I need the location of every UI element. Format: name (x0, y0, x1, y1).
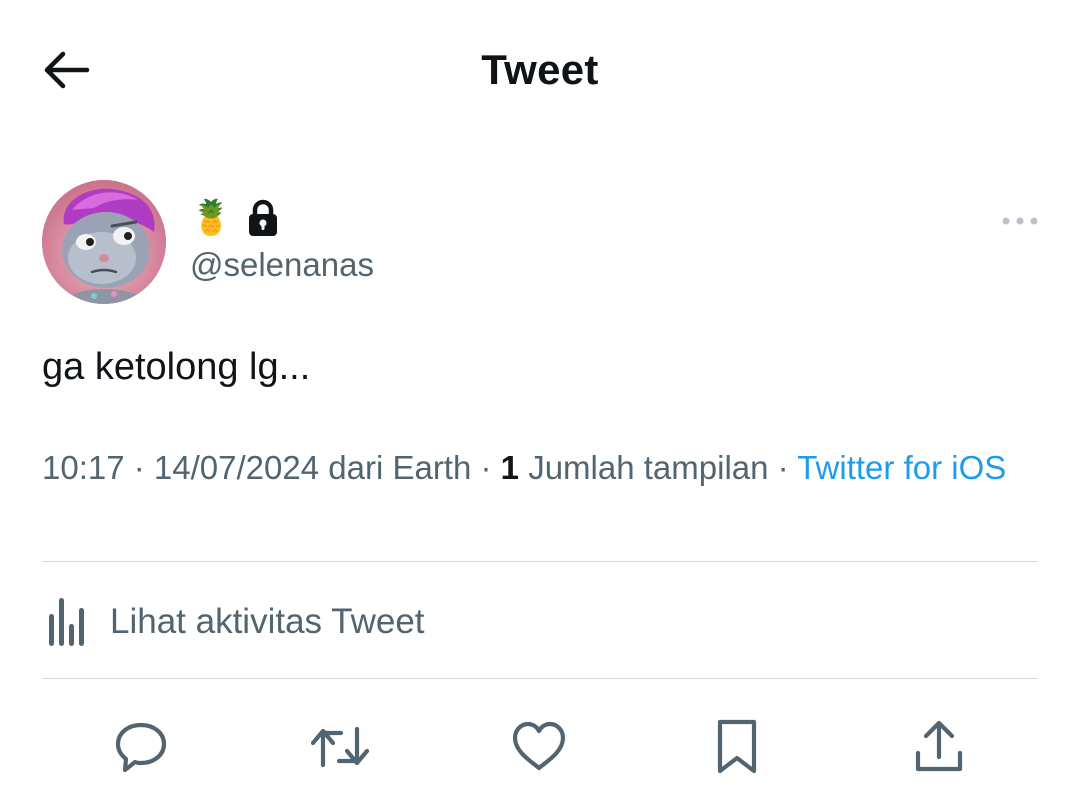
like-button[interactable] (504, 712, 574, 782)
more-options-button[interactable] (998, 206, 1042, 236)
tweet-metadata: 10:17 · 14/07/2024 dari Earth · 1 Jumlah… (42, 446, 1032, 490)
lock-icon (249, 199, 278, 236)
author-handle[interactable]: @selenanas (190, 246, 374, 284)
bookmark-icon (717, 719, 757, 774)
separator: · (768, 449, 798, 486)
top-bar: Tweet (0, 0, 1080, 140)
tweet-activity-button[interactable]: Lihat aktivitas Tweet (42, 592, 425, 652)
tweet-actions (0, 706, 1080, 786)
view-count: 1 (500, 449, 520, 486)
reply-button[interactable] (106, 712, 176, 782)
more-horizontal-icon (1002, 217, 1038, 225)
tweet-date: 14/07/2024 (153, 449, 320, 486)
avatar[interactable] (42, 180, 166, 304)
avatar-image (42, 180, 166, 304)
bookmark-button[interactable] (702, 712, 772, 782)
retweet-button[interactable] (305, 712, 375, 782)
reply-icon (115, 722, 167, 773)
source-link[interactable]: Twitter for iOS (797, 449, 1006, 486)
tweet-text: ga ketolong lg... (42, 346, 311, 388)
tweet-location: dari Earth (319, 449, 472, 486)
tweet-time: 10:17 (42, 449, 125, 486)
share-icon (915, 720, 963, 772)
bar-chart-icon (49, 598, 84, 646)
tweet-activity-label: Lihat aktivitas Tweet (110, 602, 425, 641)
pineapple-emoji: 🍍 (190, 199, 233, 237)
retweet-icon (310, 726, 370, 768)
divider (42, 678, 1038, 679)
share-button[interactable] (904, 712, 974, 782)
like-icon (512, 721, 566, 771)
divider (42, 561, 1038, 562)
separator: · (124, 449, 154, 486)
separator: · (471, 449, 501, 486)
page-title: Tweet (481, 46, 599, 93)
tweet-author: 🍍 @selenanas (42, 180, 1042, 306)
display-name[interactable]: 🍍 (190, 196, 280, 240)
views-label: Jumlah tampilan (519, 449, 769, 486)
